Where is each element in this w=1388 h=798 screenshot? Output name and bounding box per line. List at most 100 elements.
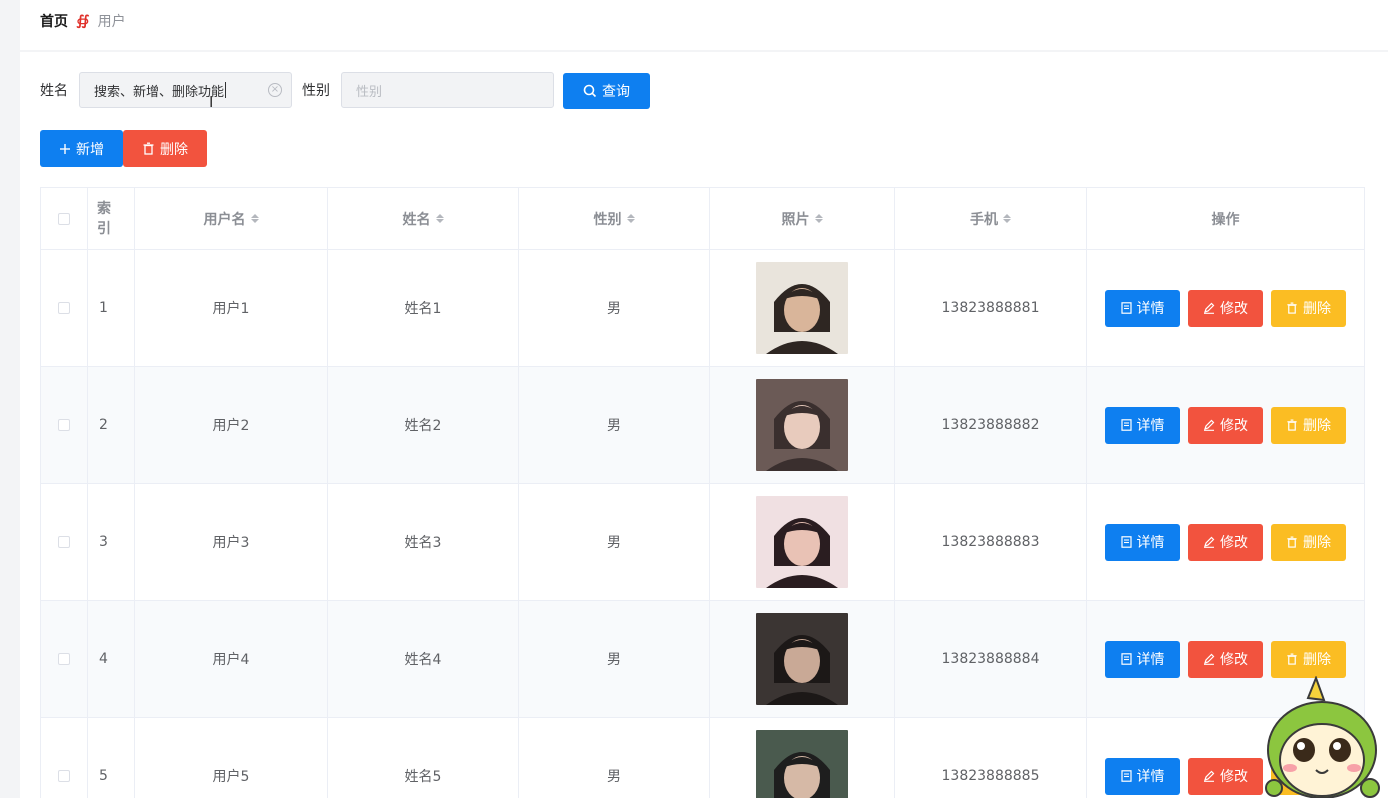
query-button-label: 查询 [602,84,630,100]
detail-button-label: 详情 [1136,301,1165,317]
table-body: 1 用户1 姓名1 男 13823888881 详情 修改 删除 2 用户2 姓… [41,250,1364,798]
sort-icon[interactable] [435,214,444,223]
edit-button-label: 修改 [1220,301,1248,317]
trash-icon [1287,536,1297,548]
delete-button[interactable]: 删除 [1271,406,1346,444]
user-photo[interactable] [756,613,848,705]
delete-button[interactable]: 删除 [1271,289,1346,327]
edit-button-label: 修改 [1220,535,1248,551]
index-cell: 1 [88,250,135,366]
header-phone[interactable]: 手机 [895,188,1087,249]
header-username[interactable]: 用户名 [135,188,328,249]
edit-button-label: 修改 [1220,769,1248,785]
edit-button[interactable]: 修改 [1188,406,1263,444]
phone-cell: 13823888885 [895,718,1087,798]
delete-button-label: 删除 [1303,652,1331,668]
mascot-cat-icon [1265,676,1380,798]
username-cell: 用户4 [135,601,328,717]
pencil-icon [1204,419,1215,431]
user-photo[interactable] [756,262,848,354]
name-value: 姓名2 [404,418,442,434]
edit-button-label: 修改 [1220,418,1248,434]
row-actions: 详情 修改 删除 [1105,523,1346,561]
search-icon [583,84,597,98]
header-name[interactable]: 姓名 [328,188,519,249]
phone-cell: 13823888882 [895,367,1087,483]
sort-icon[interactable] [814,214,823,223]
row-checkbox[interactable] [58,419,70,431]
name-cell: 姓名5 [328,718,519,798]
breadcrumb-current: 用户 [97,14,126,30]
edit-button[interactable]: 修改 [1188,757,1263,795]
query-button[interactable]: 查询 [563,73,650,109]
edit-button[interactable]: 修改 [1188,289,1263,327]
row-checkbox[interactable] [58,302,70,314]
pencil-icon [1204,302,1215,314]
photo-cell [710,250,895,366]
actions-cell: 详情 修改 删除 [1087,367,1364,483]
delete-button-label: 删除 [1303,418,1331,434]
row-select-cell [41,250,88,366]
name-search-input[interactable]: 搜索、新增、删除功能 × [79,72,292,108]
sex-label: 性别 [302,83,330,99]
username-value: 用户1 [212,301,250,317]
detail-button[interactable]: 详情 [1105,757,1180,795]
select-all-cell [41,188,88,249]
detail-button[interactable]: 详情 [1105,289,1180,327]
row-checkbox[interactable] [58,770,70,782]
name-value: 姓名1 [404,301,442,317]
phone-cell: 13823888883 [895,484,1087,600]
breadcrumb-home[interactable]: 首页 [40,11,68,31]
detail-button[interactable]: 详情 [1105,406,1180,444]
detail-button-label: 详情 [1136,769,1165,785]
phone-value: 13823888882 [941,417,1040,433]
username-cell: 用户1 [135,250,328,366]
user-photo[interactable] [756,379,848,471]
row-actions: 详情 修改 删除 [1105,640,1346,678]
user-photo[interactable] [756,730,848,798]
sort-icon[interactable] [626,214,635,223]
detail-button-label: 详情 [1136,418,1165,434]
user-photo[interactable] [756,496,848,588]
header-photo[interactable]: 照片 [710,188,895,249]
add-button[interactable]: 新增 [40,130,123,167]
table-row: 1 用户1 姓名1 男 13823888881 详情 修改 删除 [41,250,1364,367]
header-sex[interactable]: 性别 [519,188,710,249]
sort-icon[interactable] [250,214,259,223]
phone-value: 13823888881 [941,300,1040,316]
trash-icon [143,142,154,155]
name-value: 姓名5 [404,769,442,785]
photo-cell [710,718,895,798]
batch-delete-button[interactable]: 删除 [123,130,207,167]
pencil-icon [1204,770,1215,782]
index-cell: 2 [88,367,135,483]
actions-cell: 详情 修改 删除 [1087,484,1364,600]
delete-button[interactable]: 删除 [1271,523,1346,561]
index-value: 3 [99,534,108,550]
photo-cell [710,484,895,600]
edit-button[interactable]: 修改 [1188,640,1263,678]
row-checkbox[interactable] [58,653,70,665]
sex-value: 男 [607,535,621,551]
detail-button[interactable]: 详情 [1105,523,1180,561]
header-actions-label: 操作 [1211,211,1240,228]
name-value: 姓名4 [404,652,442,668]
name-cell: 姓名3 [328,484,519,600]
detail-button[interactable]: 详情 [1105,640,1180,678]
document-icon [1120,419,1132,431]
row-checkbox[interactable] [58,536,70,548]
breadcrumb-separator-icon: ∯ [76,13,90,29]
edit-button[interactable]: 修改 [1188,523,1263,561]
index-value: 1 [99,300,108,316]
header-name-label: 姓名 [402,211,431,228]
top-bar [20,0,1388,50]
delete-button[interactable]: 删除 [1271,640,1346,678]
select-all-checkbox[interactable] [58,212,70,225]
phone-cell: 13823888884 [895,601,1087,717]
username-value: 用户3 [212,535,250,551]
add-button-label: 新增 [76,141,104,158]
clear-icon[interactable]: × [268,83,282,97]
sort-icon[interactable] [1003,214,1011,223]
sex-input[interactable]: 性别 [341,72,554,108]
user-table: 索引 用户名 姓名 性别 照片 手机 操作 1 用户1 姓名1 男 138238… [40,187,1365,798]
